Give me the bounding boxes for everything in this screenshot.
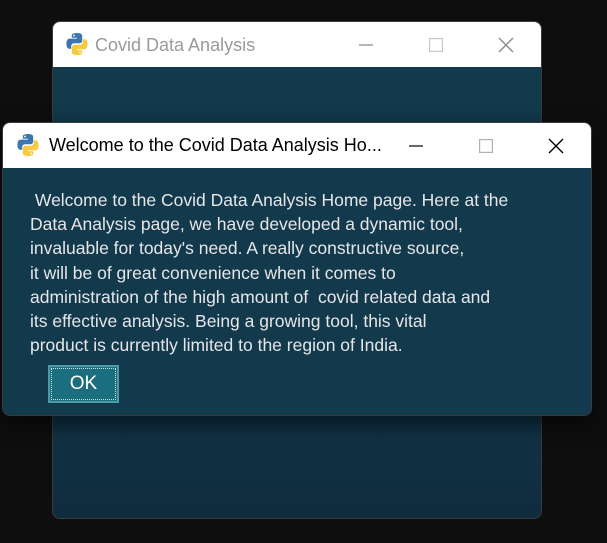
minimize-button[interactable] (393, 123, 439, 168)
close-icon (498, 37, 514, 52)
dialog-titlebar[interactable]: Welcome to the Covid Data Analysis Ho... (3, 123, 591, 168)
close-icon (548, 138, 564, 153)
maximize-button[interactable] (463, 123, 509, 168)
maximize-icon (479, 138, 493, 153)
minimize-icon (409, 144, 423, 147)
python-logo-icon (65, 32, 89, 56)
minimize-icon (359, 43, 373, 46)
main-window-title: Covid Data Analysis (95, 35, 256, 55)
maximize-icon (429, 37, 443, 52)
minimize-button[interactable] (343, 22, 389, 67)
dialog-content: Welcome to the Covid Data Analysis Home … (3, 168, 591, 415)
welcome-dialog: Welcome to the Covid Data Analysis Ho...… (2, 122, 592, 416)
welcome-message: Welcome to the Covid Data Analysis Home … (30, 190, 509, 356)
close-button[interactable] (483, 22, 529, 67)
dialog-title: Welcome to the Covid Data Analysis Ho... (49, 135, 382, 155)
close-button[interactable] (533, 123, 579, 168)
maximize-button[interactable] (413, 22, 459, 67)
python-logo-icon (16, 133, 40, 157)
main-window-titlebar[interactable]: Covid Data Analysis (53, 22, 541, 67)
ok-button[interactable]: OK (48, 365, 119, 403)
